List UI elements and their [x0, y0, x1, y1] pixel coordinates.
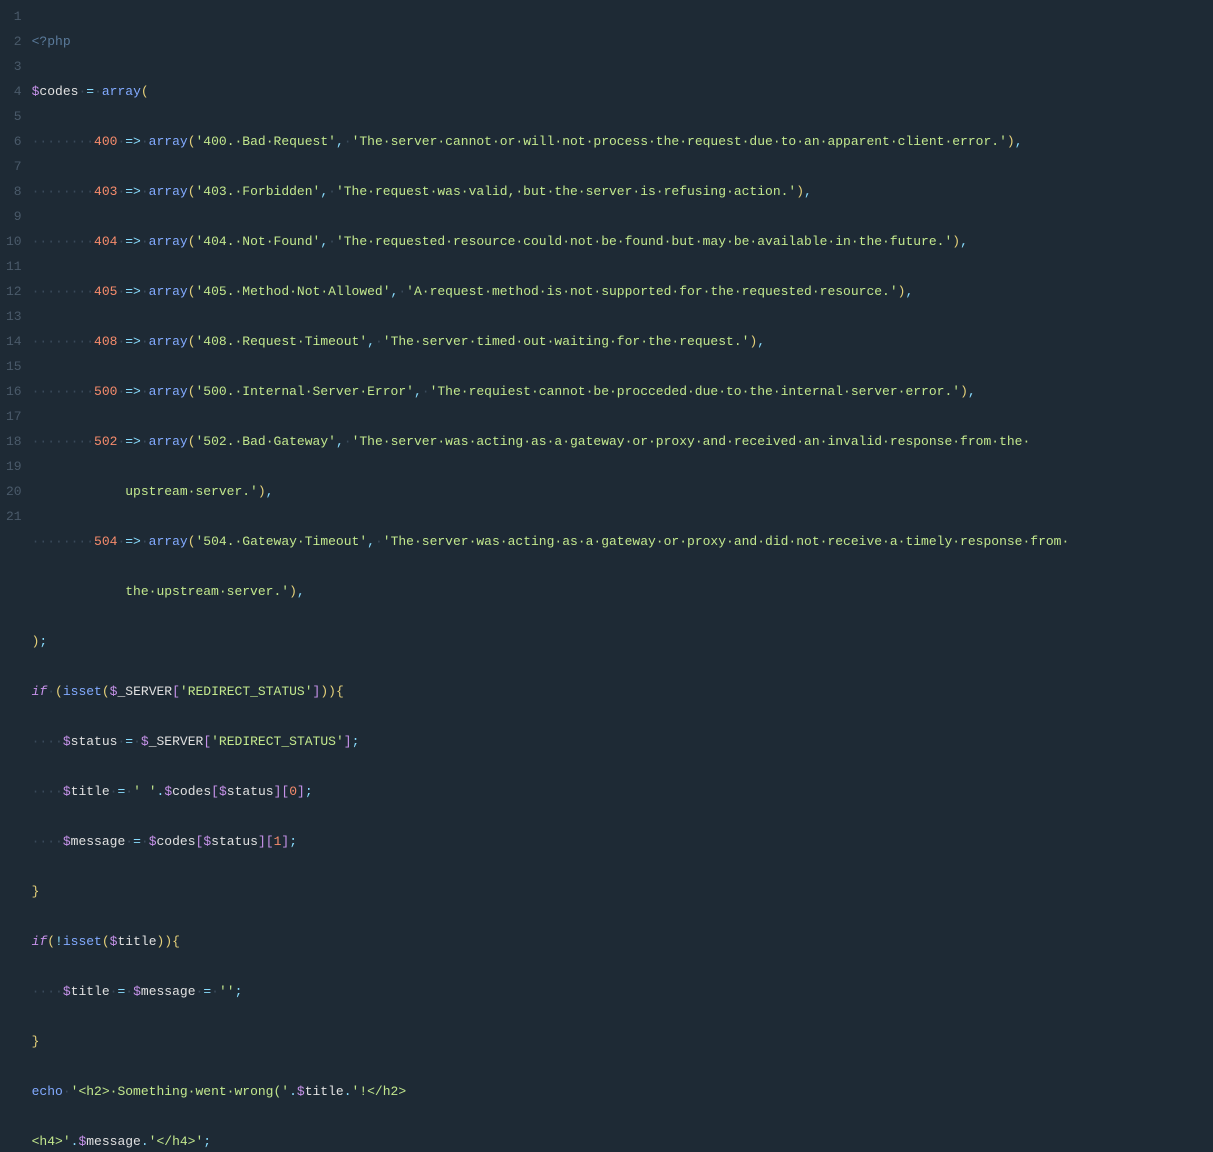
code-line[interactable]: ····$title·=·' '.$codes[$status][0]; — [32, 779, 1213, 804]
code-editor[interactable]: 1 2 3 4 5 6 7 8 9 10 11 12 13 14 15 16 1… — [0, 0, 1213, 1152]
line-number: 19 — [6, 454, 22, 479]
line-number: 14 — [6, 329, 22, 354]
line-number: 13 — [6, 304, 22, 329]
php-open-tag: <?php — [32, 34, 71, 49]
code-area[interactable]: <?php $codes·=·array( ········400·=>·arr… — [32, 0, 1213, 1152]
code-line[interactable]: the·upstream·server.'), — [32, 579, 1213, 604]
line-number: 12 — [6, 279, 22, 304]
code-line[interactable]: echo·'<h2>·Something·went·wrong('.$title… — [32, 1079, 1213, 1104]
code-line[interactable]: ········400·=>·array('400.·Bad·Request',… — [32, 129, 1213, 154]
code-line[interactable]: } — [32, 1029, 1213, 1054]
code-line[interactable]: ········403·=>·array('403.·Forbidden',·'… — [32, 179, 1213, 204]
line-number: 20 — [6, 479, 22, 504]
code-line[interactable]: } — [32, 879, 1213, 904]
line-number: 11 — [6, 254, 22, 279]
code-line[interactable]: ····$title·=·$message·=·''; — [32, 979, 1213, 1004]
line-number: 7 — [6, 154, 22, 179]
line-number: 9 — [6, 204, 22, 229]
code-line[interactable]: if(!isset($title)){ — [32, 929, 1213, 954]
line-number: 21 — [6, 504, 22, 529]
code-line[interactable]: ········502·=>·array('502.·Bad·Gateway',… — [32, 429, 1213, 454]
code-line[interactable]: <h4>'.$message.'</h4>'; — [32, 1129, 1213, 1152]
code-line[interactable]: ········404·=>·array('404.·Not·Found',·'… — [32, 229, 1213, 254]
code-line[interactable]: ····$message·=·$codes[$status][1]; — [32, 829, 1213, 854]
line-number: 2 — [6, 29, 22, 54]
line-number: 15 — [6, 354, 22, 379]
code-line[interactable]: ····$status·=·$_SERVER['REDIRECT_STATUS'… — [32, 729, 1213, 754]
code-line[interactable]: $codes·=·array( — [32, 79, 1213, 104]
line-number: 3 — [6, 54, 22, 79]
code-line[interactable]: ········500·=>·array('500.·Internal·Serv… — [32, 379, 1213, 404]
code-line[interactable]: ); — [32, 629, 1213, 654]
code-line[interactable]: ········504·=>·array('504.·Gateway·Timeo… — [32, 529, 1213, 554]
line-number: 16 — [6, 379, 22, 404]
line-number: 18 — [6, 429, 22, 454]
code-line[interactable]: if·(isset($_SERVER['REDIRECT_STATUS'])){ — [32, 679, 1213, 704]
code-line[interactable]: ········405·=>·array('405.·Method·Not·Al… — [32, 279, 1213, 304]
line-number: 17 — [6, 404, 22, 429]
line-number: 10 — [6, 229, 22, 254]
line-number: 6 — [6, 129, 22, 154]
line-number: 4 — [6, 79, 22, 104]
code-line[interactable]: <?php — [32, 29, 1213, 54]
line-number: 8 — [6, 179, 22, 204]
code-line[interactable]: upstream·server.'), — [32, 479, 1213, 504]
line-number: 5 — [6, 104, 22, 129]
line-number: 1 — [6, 4, 22, 29]
line-number-gutter: 1 2 3 4 5 6 7 8 9 10 11 12 13 14 15 16 1… — [0, 0, 32, 1152]
code-line[interactable]: ········408·=>·array('408.·Request·Timeo… — [32, 329, 1213, 354]
